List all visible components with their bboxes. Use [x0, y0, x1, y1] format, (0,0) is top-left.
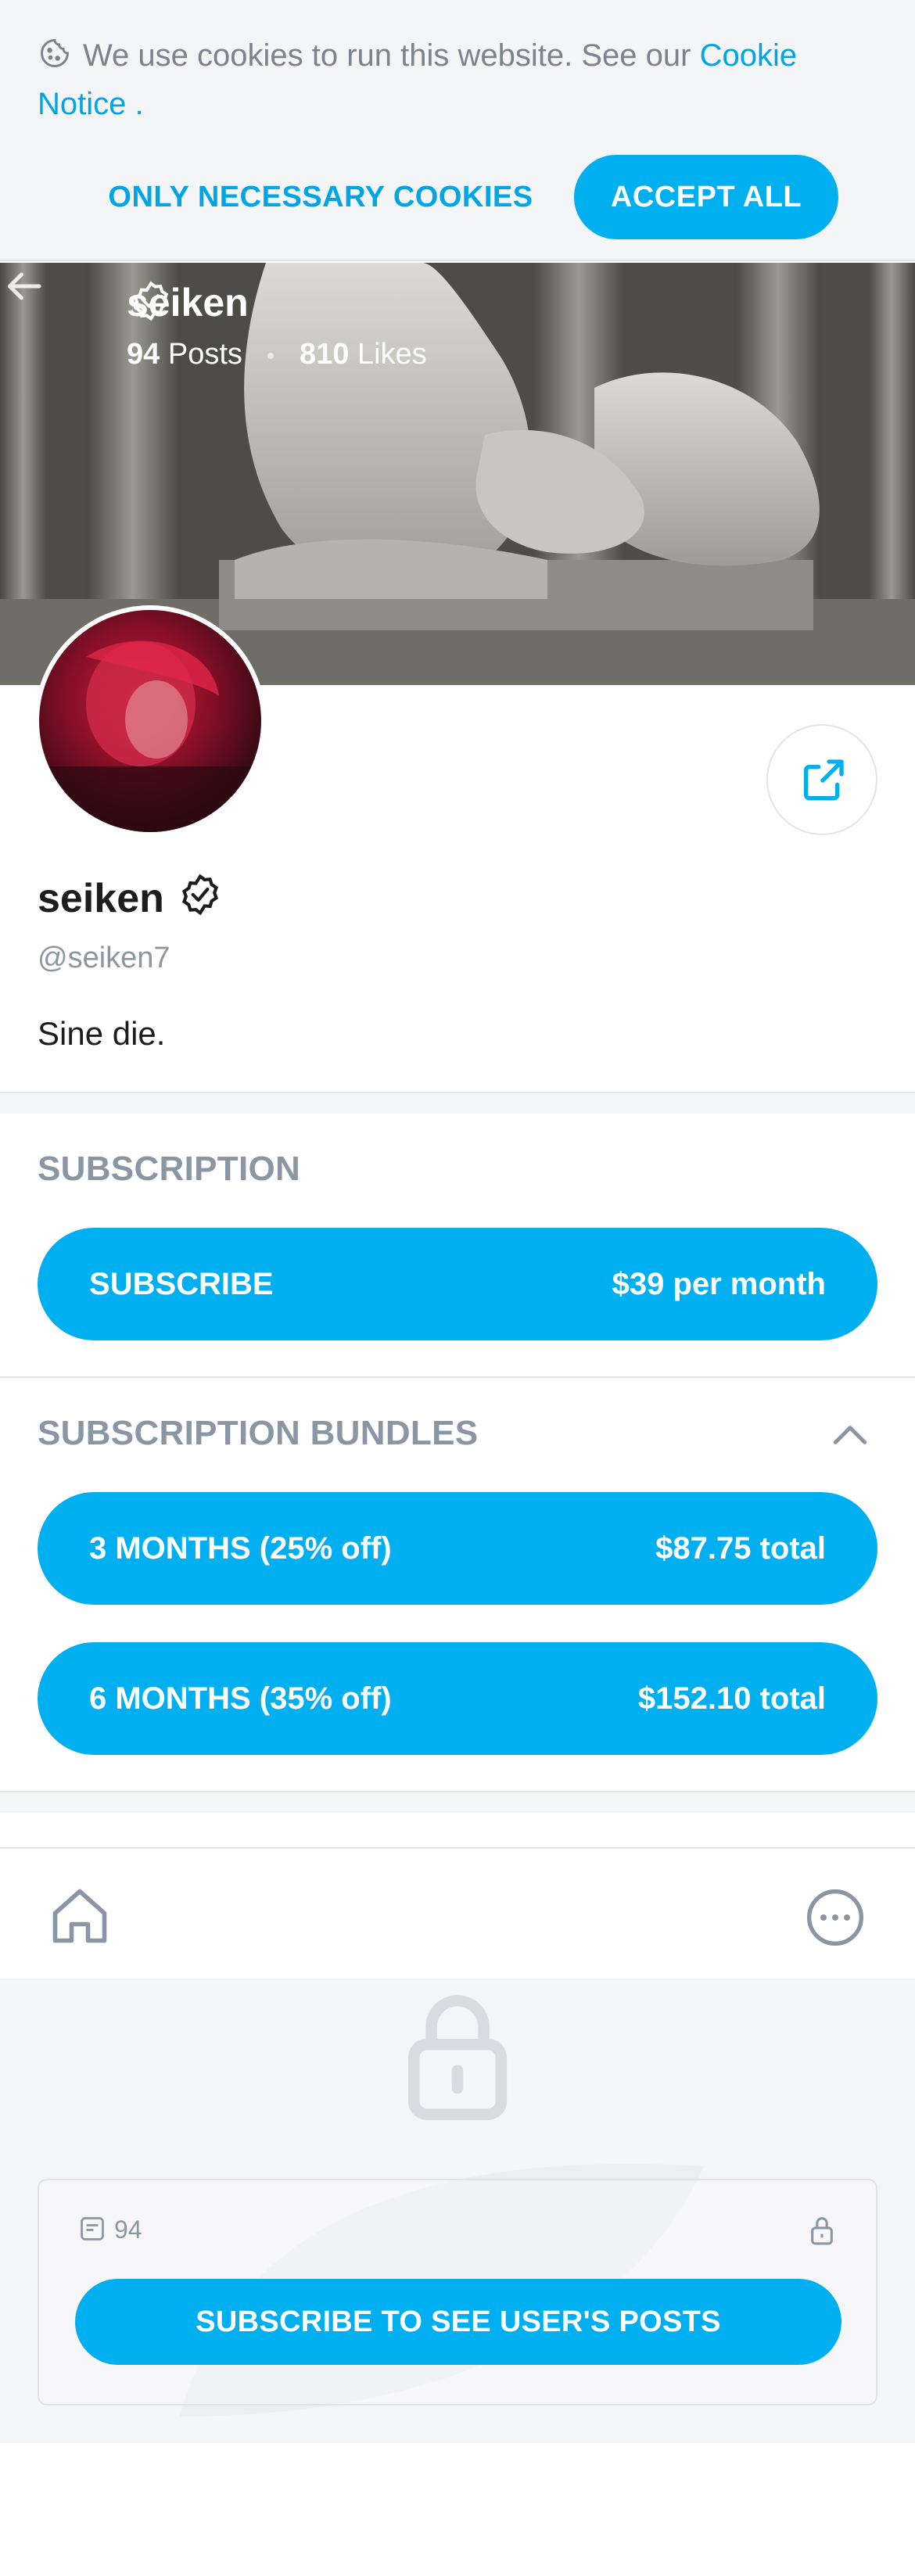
stats-separator: [267, 352, 274, 359]
bundle-price: $152.10 total: [637, 1681, 826, 1716]
cookie-message: We use cookies to run this website. See …: [38, 31, 882, 128]
subscription-title: SUBSCRIPTION: [38, 1150, 301, 1188]
likes-count: 810: [300, 338, 350, 371]
only-necessary-cookies-button[interactable]: ONLY NECESSARY COOKIES: [102, 156, 540, 238]
divider: [0, 1376, 915, 1378]
subscribe-price: $39 per month: [612, 1267, 826, 1301]
locked-posts-card: 94 SUBSCRIBE TO SEE USER'S POSTS: [38, 2179, 877, 2406]
profile-handle[interactable]: @seiken7: [38, 942, 170, 975]
profile-tab-bar: [0, 1847, 915, 1979]
cookie-suffix: .: [126, 87, 144, 121]
share-icon: [804, 759, 844, 801]
profile-bio: Sine die.: [38, 1015, 166, 1052]
cookie-text: We use cookies to run this website. See …: [83, 38, 700, 73]
bundles-title: SUBSCRIPTION BUNDLES: [38, 1414, 479, 1452]
locked-posts-area: 94 SUBSCRIBE TO SEE USER'S POSTS: [0, 1979, 915, 2443]
verified-icon: [182, 874, 219, 916]
profile-name-text: seiken: [38, 876, 164, 921]
lock-icon: [811, 2217, 833, 2245]
share-button[interactable]: [766, 724, 877, 835]
posts-label: Posts: [167, 338, 242, 371]
avatar[interactable]: [34, 605, 266, 837]
verified-icon: [133, 281, 169, 321]
cookie-icon: [41, 39, 69, 67]
post-icon: [81, 2217, 104, 2241]
posts-count-value: 94: [114, 2215, 142, 2244]
section-gap: [0, 1093, 915, 1114]
lock-icon: [407, 1995, 508, 2120]
profile-name: seiken: [38, 873, 222, 922]
bundle-3-months-button[interactable]: 3 MONTHS (25% off) $87.75 total: [38, 1492, 877, 1605]
posts-count: 94: [127, 338, 160, 371]
header-stats: 94 Posts 810 Likes: [127, 338, 427, 371]
subscribe-label: SUBSCRIBE: [89, 1267, 274, 1301]
header-name: seiken: [127, 280, 249, 325]
bundle-6-months-button[interactable]: 6 MONTHS (35% off) $152.10 total: [38, 1642, 877, 1755]
avatar-image: [39, 610, 261, 832]
cookie-banner: We use cookies to run this website. See …: [0, 0, 915, 261]
bundle-price: $87.75 total: [655, 1531, 826, 1566]
home-icon[interactable]: [47, 1883, 113, 1949]
posts-counter: 94: [78, 2215, 142, 2244]
section-gap: [0, 1792, 915, 1813]
likes-label: Likes: [357, 338, 427, 371]
chevron-up-icon[interactable]: [831, 1420, 870, 1448]
bundle-label: 3 MONTHS (25% off): [89, 1531, 392, 1566]
accept-all-button[interactable]: ACCEPT ALL: [574, 155, 838, 239]
more-icon[interactable]: [804, 1886, 867, 1949]
back-arrow-icon[interactable]: [0, 263, 47, 310]
subscribe-button[interactable]: SUBSCRIBE $39 per month: [38, 1228, 877, 1340]
bundle-label: 6 MONTHS (35% off): [89, 1681, 392, 1716]
subscribe-to-see-posts-button[interactable]: SUBSCRIBE TO SEE USER'S POSTS: [75, 2279, 841, 2365]
